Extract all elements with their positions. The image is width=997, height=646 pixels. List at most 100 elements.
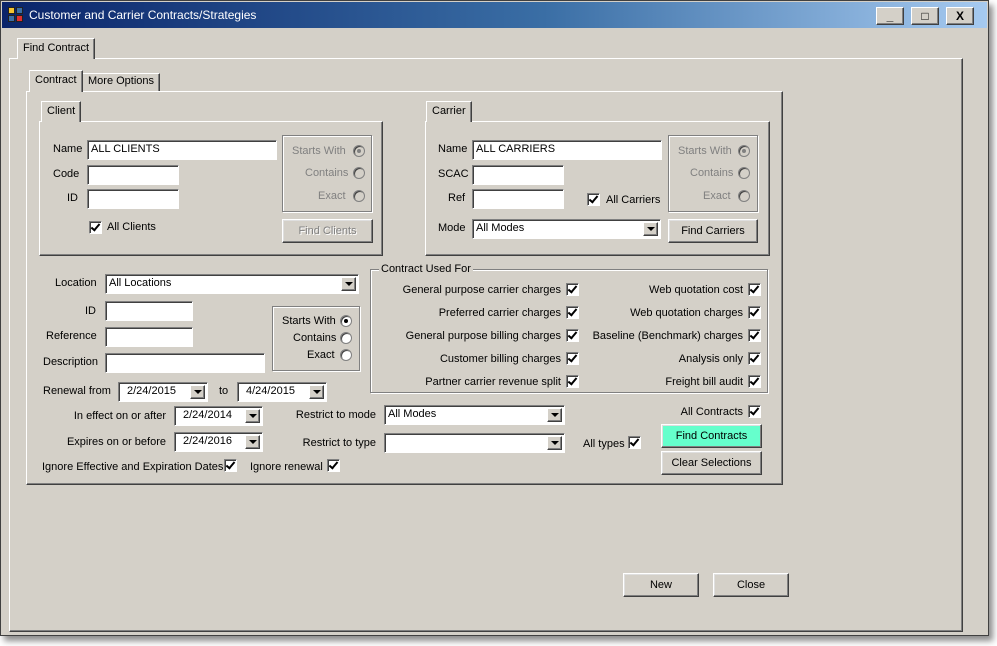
location-contains-radio[interactable] [340, 332, 352, 344]
close-icon: X [955, 9, 964, 23]
all-contracts-label: All Contracts [680, 406, 743, 418]
client-name-label: Name [53, 143, 83, 155]
carrier-ref-input[interactable] [472, 189, 564, 209]
clear-selections-button[interactable]: Clear Selections [661, 451, 762, 475]
analysis-only-checkbox[interactable] [748, 352, 761, 365]
calendar-dropdown-icon[interactable] [245, 409, 260, 423]
tab-more-options[interactable]: More Options [82, 73, 161, 91]
client-starts-with-radio[interactable] [353, 145, 365, 157]
ignore-renewal-label: Ignore renewal [250, 461, 323, 473]
close-window-button[interactable]: X [946, 7, 974, 25]
new-button[interactable]: New [623, 573, 699, 597]
restrict-mode-label: Restrict to mode [295, 409, 376, 421]
location-description-label: Description [43, 356, 99, 368]
all-contracts-checkbox[interactable] [748, 405, 761, 418]
maximize-button[interactable]: □ [911, 7, 939, 25]
restrict-mode-select[interactable]: All Modes [384, 405, 565, 425]
ignore-dates-checkbox[interactable] [224, 459, 237, 472]
client-code-input[interactable] [87, 165, 179, 185]
expires-date-picker[interactable]: 2/24/2016 [174, 432, 263, 452]
location-starts-with-label: Starts With [282, 315, 336, 327]
window-title: Customer and Carrier Contracts/Strategie… [29, 8, 257, 22]
carrier-mode-select[interactable]: All Modes [472, 219, 661, 239]
all-carriers-checkbox[interactable] [587, 193, 600, 206]
web-quotation-cost-checkbox[interactable] [748, 283, 761, 296]
web-quotation-charges-checkbox[interactable] [748, 306, 761, 319]
find-carriers-button[interactable]: Find Carriers [668, 219, 758, 243]
client-name-input[interactable]: ALL CLIENTS [87, 140, 277, 160]
renewal-to-date-picker[interactable]: 4/24/2015 [237, 382, 327, 402]
location-select[interactable]: All Locations [105, 274, 359, 294]
client-exact-radio[interactable] [353, 190, 365, 202]
carrier-contains-radio[interactable] [738, 167, 750, 179]
client-starts-with-label: Starts With [292, 145, 346, 157]
find-clients-button[interactable]: Find Clients [282, 219, 373, 243]
all-clients-label: All Clients [107, 221, 156, 233]
restrict-mode-value: All Modes [388, 408, 437, 420]
carrier-scac-input[interactable] [472, 165, 564, 185]
location-description-input[interactable] [105, 353, 265, 373]
expires-value: 2/24/2016 [183, 435, 232, 447]
all-clients-checkbox[interactable] [89, 221, 102, 234]
all-types-checkbox[interactable] [628, 436, 641, 449]
freight-bill-audit-checkbox[interactable] [748, 375, 761, 388]
location-exact-radio[interactable] [340, 349, 352, 361]
restrict-type-select[interactable] [384, 433, 565, 453]
chevron-down-icon[interactable] [547, 436, 562, 450]
baseline-benchmark-charges-checkbox[interactable] [748, 329, 761, 342]
renewal-from-label: Renewal from [43, 385, 111, 397]
calendar-dropdown-icon[interactable] [190, 385, 205, 399]
preferred-carrier-charges-label: Preferred carrier charges [438, 307, 561, 319]
in-effect-value: 2/24/2014 [183, 409, 232, 421]
maximize-icon: □ [921, 9, 929, 23]
in-effect-label: In effect on or after [73, 410, 166, 422]
carrier-starts-with-radio[interactable] [738, 145, 750, 157]
web-quotation-charges-label: Web quotation charges [630, 307, 743, 319]
client-id-label: ID [67, 192, 78, 204]
location-reference-input[interactable] [105, 327, 193, 347]
find-contracts-button[interactable]: Find Contracts [661, 424, 762, 448]
calendar-dropdown-icon[interactable] [309, 385, 324, 399]
tab-client[interactable]: Client [41, 101, 82, 122]
location-id-label: ID [85, 305, 96, 317]
carrier-name-input[interactable]: ALL CARRIERS [472, 140, 662, 160]
expires-label: Expires on or before [66, 436, 166, 448]
ignore-renewal-checkbox[interactable] [327, 459, 340, 472]
location-value: All Locations [109, 277, 172, 289]
chevron-down-icon[interactable] [643, 222, 658, 236]
partner-carrier-revenue-split-label: Partner carrier revenue split [425, 376, 561, 388]
chevron-down-icon[interactable] [547, 408, 562, 422]
carrier-exact-radio[interactable] [738, 190, 750, 202]
carrier-mode-label: Mode [438, 222, 466, 234]
client-contains-radio[interactable] [353, 167, 365, 179]
carrier-exact-label: Exact [703, 190, 731, 202]
location-id-input[interactable] [105, 301, 193, 321]
tab-contract[interactable]: Contract [29, 70, 83, 92]
carrier-starts-with-label: Starts With [678, 145, 732, 157]
location-label: Location [55, 277, 97, 289]
all-carriers-label: All Carriers [606, 194, 661, 206]
close-button[interactable]: Close [713, 573, 789, 597]
general-purpose-carrier-charges-label: General purpose carrier charges [402, 284, 561, 296]
carrier-name-label: Name [438, 143, 468, 155]
tab-carrier[interactable]: Carrier [426, 101, 472, 122]
renewal-from-value: 2/24/2015 [127, 385, 176, 397]
title-bar[interactable]: Customer and Carrier Contracts/Strategie… [2, 2, 987, 28]
restrict-type-label: Restrict to type [302, 437, 376, 449]
client-code-label: Code [53, 168, 80, 180]
minimize-button[interactable]: _ [876, 7, 904, 25]
chevron-down-icon[interactable] [341, 277, 356, 291]
tab-find-contract[interactable]: Find Contract [17, 38, 96, 59]
renewal-to-label: to [219, 385, 229, 397]
calendar-dropdown-icon[interactable] [245, 435, 260, 449]
in-effect-date-picker[interactable]: 2/24/2014 [174, 406, 263, 426]
main-window: Customer and Carrier Contracts/Strategie… [0, 0, 989, 636]
client-id-input[interactable] [87, 189, 179, 209]
location-exact-label: Exact [307, 349, 335, 361]
customer-billing-charges-label: Customer billing charges [439, 353, 561, 365]
location-starts-with-radio[interactable] [340, 315, 352, 327]
renewal-from-date-picker[interactable]: 2/24/2015 [118, 382, 208, 402]
carrier-contains-label: Contains [690, 167, 734, 179]
ignore-dates-label: Ignore Effective and Expiration Dates [42, 461, 224, 473]
general-purpose-billing-charges-label: General purpose billing charges [405, 330, 561, 342]
